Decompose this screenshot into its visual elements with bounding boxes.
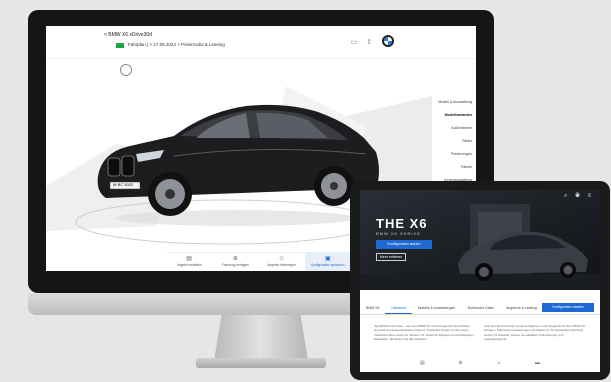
- config-side-menu: Modell & Ausstattung Modellvarianten Auß…: [432, 96, 476, 187]
- bmw-logo: [382, 35, 394, 47]
- ipad-screen: ⌕ ◉ ≡ THE X6 BMW X6 XDRIVE Konfiguration…: [360, 190, 600, 372]
- imac-foot: [196, 358, 326, 368]
- ipad-top-bar: ⌕ ◉ ≡: [360, 190, 600, 204]
- hero-subtitle: BMW X6 XDRIVE: [376, 231, 421, 236]
- start-configuration-button[interactable]: Konfiguration starten: [376, 240, 432, 249]
- menu-icon[interactable]: ≡: [587, 193, 594, 199]
- intro-text-right: Jetzt den Sports Activity Coupé konfigur…: [484, 324, 585, 342]
- bottom-tab-label: Konfiguration speichern: [311, 263, 345, 267]
- hero-banner: ⌕ ◉ ≡ THE X6 BMW X6 XDRIVE Konfiguration…: [360, 190, 600, 290]
- learn-more-button[interactable]: Mehr erfahren: [376, 253, 406, 261]
- bottom-tab-label: Fahrzeug anfragen: [221, 263, 249, 267]
- configurator-header: < BMW X6 xDrive30d Fahrplan | > 17.09.20…: [46, 26, 476, 59]
- user-icon[interactable]: ◉: [575, 193, 583, 199]
- license-plate: M·BC 5002: [113, 182, 134, 187]
- side-item-packages[interactable]: Pakete: [432, 161, 476, 174]
- share-icon[interactable]: ⇪: [364, 38, 374, 48]
- side-item-variants[interactable]: Modellvarianten: [432, 109, 476, 122]
- bottom-tab-label: Angebot hinterlegen: [267, 263, 296, 267]
- tab-overview[interactable]: Übersicht: [385, 302, 412, 314]
- form-icon[interactable]: ▤: [420, 360, 425, 366]
- imac-stand: [214, 315, 308, 361]
- tab-tech-data[interactable]: Technische Daten: [461, 302, 500, 314]
- save-configuration-button[interactable]: ▣ Konfiguration speichern: [304, 253, 351, 271]
- save-icon: ▣: [325, 256, 331, 262]
- globe-icon[interactable]: ⊕: [458, 360, 462, 366]
- side-item-upholstery[interactable]: Polsterungen: [432, 148, 476, 161]
- request-vehicle-button[interactable]: ⊕ Fahrzeug anfragen: [212, 253, 258, 271]
- back-link[interactable]: < BMW X6 xDrive30d: [104, 32, 152, 38]
- bottom-tab-label: Angebot erstellen: [176, 263, 202, 267]
- store-offer-button[interactable]: ☺ Angebot hinterlegen: [259, 253, 305, 271]
- breadcrumb: Fahrplan | > 17.09.2024 > Preismodul & L…: [128, 42, 225, 47]
- configure-cta-button[interactable]: Konfiguration starten: [542, 303, 594, 312]
- search-icon[interactable]: ⌕: [564, 193, 570, 199]
- globe-icon: ⊕: [232, 256, 238, 262]
- side-item-wheels[interactable]: Räder: [432, 135, 476, 148]
- car-icon[interactable]: ▬: [535, 360, 540, 366]
- tab-bmw-x6[interactable]: BMW X6: [360, 302, 385, 314]
- car-body: [97, 104, 379, 198]
- hero-title: THE X6: [376, 216, 428, 231]
- side-item-exterior-colors[interactable]: Außenfarben: [432, 122, 476, 135]
- side-item-model[interactable]: Modell & Ausstattung: [432, 96, 476, 109]
- status-chip: [116, 43, 124, 48]
- person-icon: ☺: [278, 256, 285, 262]
- ipad-bottom-icons: ▤ ⊕ ☺ ▬: [420, 360, 540, 366]
- person-icon[interactable]: ☺: [496, 360, 501, 366]
- tab-offers[interactable]: Angebote & Leasing: [500, 302, 543, 314]
- ipad-device: ⌕ ◉ ≡ THE X6 BMW X6 XDRIVE Konfiguration…: [350, 181, 610, 380]
- intro-text: Sportlichkeit verbinden – der neue BMW X…: [374, 324, 586, 342]
- tab-models[interactable]: Modelle & Ausstattungen: [412, 302, 462, 314]
- bottom-action-bar: ▤ Angebot erstellen ⊕ Fahrzeug anfragen …: [166, 252, 351, 271]
- form-icon: ▤: [186, 256, 192, 262]
- rotate-360-icon[interactable]: [120, 64, 132, 76]
- intro-text-left: Sportlichkeit verbinden – der neue BMW X…: [374, 324, 474, 342]
- print-icon[interactable]: ▭: [349, 38, 359, 48]
- create-offer-button[interactable]: ▤ Angebot erstellen: [166, 253, 212, 271]
